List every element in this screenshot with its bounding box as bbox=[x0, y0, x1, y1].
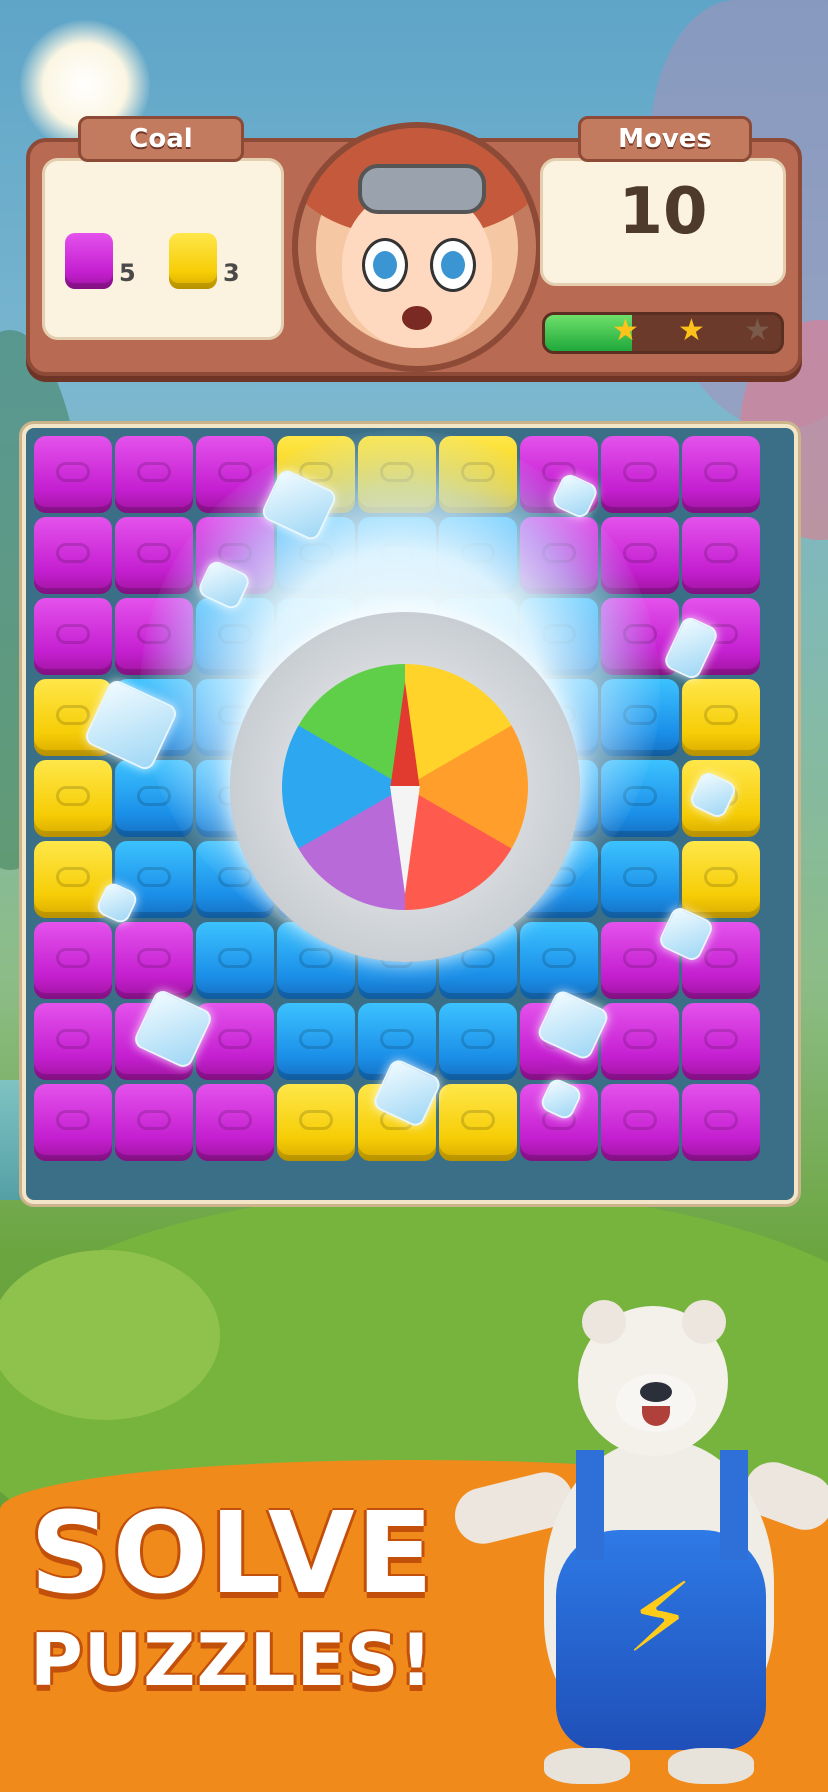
bear-head bbox=[578, 1300, 728, 1456]
goal-count: 5 bbox=[119, 259, 136, 287]
compass-dial bbox=[282, 664, 528, 910]
bear-muzzle bbox=[616, 1374, 696, 1432]
magenta-cube[interactable] bbox=[34, 517, 112, 594]
magenta-cube[interactable] bbox=[115, 1084, 193, 1161]
character-portrait bbox=[292, 122, 542, 372]
star-icon: ★ bbox=[744, 313, 771, 348]
background-bush bbox=[0, 1250, 220, 1420]
magenta-cube[interactable] bbox=[682, 517, 760, 594]
game-scene: 5 3 Coal 10 Moves ★ ★ ★ ⚡ SOLVE PUZZLES! bbox=[0, 0, 828, 1792]
bear-nose bbox=[640, 1382, 672, 1402]
bear-ear bbox=[682, 1300, 726, 1344]
blue-cube[interactable] bbox=[439, 1003, 517, 1080]
magenta-cube[interactable] bbox=[34, 1003, 112, 1080]
lightning-bolt-icon: ⚡ bbox=[626, 1562, 694, 1674]
level-hud: 5 3 Coal 10 Moves ★ ★ ★ bbox=[26, 116, 802, 376]
magenta-cube[interactable] bbox=[601, 436, 679, 513]
character-eye bbox=[362, 238, 408, 292]
yellow-cube[interactable] bbox=[682, 679, 760, 756]
magenta-cube[interactable] bbox=[682, 1003, 760, 1080]
moves-title: Moves bbox=[578, 116, 752, 162]
goal-item-yellow: 3 bbox=[169, 233, 240, 289]
overalls-strap bbox=[576, 1450, 604, 1560]
goal-title: Coal bbox=[78, 116, 244, 162]
goggles-icon bbox=[358, 164, 486, 214]
tagline-line-1: SOLVE bbox=[30, 1489, 436, 1619]
overalls-strap bbox=[720, 1450, 748, 1560]
blue-cube[interactable] bbox=[277, 1003, 355, 1080]
polar-bear-mascot: ⚡ bbox=[449, 1300, 828, 1790]
yellow-cube-icon bbox=[169, 233, 217, 289]
promo-tagline: SOLVE PUZZLES! bbox=[30, 1490, 470, 1702]
magenta-cube[interactable] bbox=[682, 1084, 760, 1161]
blue-cube[interactable] bbox=[520, 922, 598, 999]
goal-panel: 5 3 bbox=[42, 158, 284, 340]
magenta-cube[interactable] bbox=[34, 1084, 112, 1161]
magenta-cube[interactable] bbox=[34, 922, 112, 999]
compass-booster-icon[interactable] bbox=[230, 612, 580, 962]
magenta-cube[interactable] bbox=[196, 1084, 274, 1161]
bear-overalls: ⚡ bbox=[556, 1530, 766, 1750]
yellow-cube[interactable] bbox=[34, 760, 112, 837]
moves-panel: 10 bbox=[540, 158, 786, 286]
magenta-cube[interactable] bbox=[34, 598, 112, 675]
blue-cube[interactable] bbox=[601, 841, 679, 918]
compass-needle-north bbox=[390, 682, 420, 790]
magenta-cube[interactable] bbox=[601, 1084, 679, 1161]
blue-cube[interactable] bbox=[196, 922, 274, 999]
compass-needle-south bbox=[390, 786, 420, 894]
magenta-cube[interactable] bbox=[601, 1003, 679, 1080]
goal-count: 3 bbox=[223, 259, 240, 287]
bear-foot bbox=[544, 1748, 630, 1784]
yellow-cube[interactable] bbox=[277, 1084, 355, 1161]
bear-ear bbox=[582, 1300, 626, 1344]
magenta-cube[interactable] bbox=[115, 922, 193, 999]
yellow-cube[interactable] bbox=[682, 841, 760, 918]
star-icon: ★ bbox=[612, 313, 639, 348]
star-icon: ★ bbox=[678, 313, 705, 348]
yellow-cube[interactable] bbox=[439, 1084, 517, 1161]
magenta-cube-icon bbox=[65, 233, 113, 289]
moves-counter: 10 bbox=[618, 175, 708, 249]
tagline-line-2: PUZZLES! bbox=[30, 1618, 434, 1702]
bear-mouth bbox=[642, 1406, 670, 1426]
magenta-cube[interactable] bbox=[115, 436, 193, 513]
bear-foot bbox=[668, 1748, 754, 1784]
character-eye bbox=[430, 238, 476, 292]
magenta-cube[interactable] bbox=[34, 436, 112, 513]
character-mouth bbox=[402, 306, 432, 330]
magenta-cube[interactable] bbox=[682, 436, 760, 513]
goal-item-magenta: 5 bbox=[65, 233, 136, 289]
